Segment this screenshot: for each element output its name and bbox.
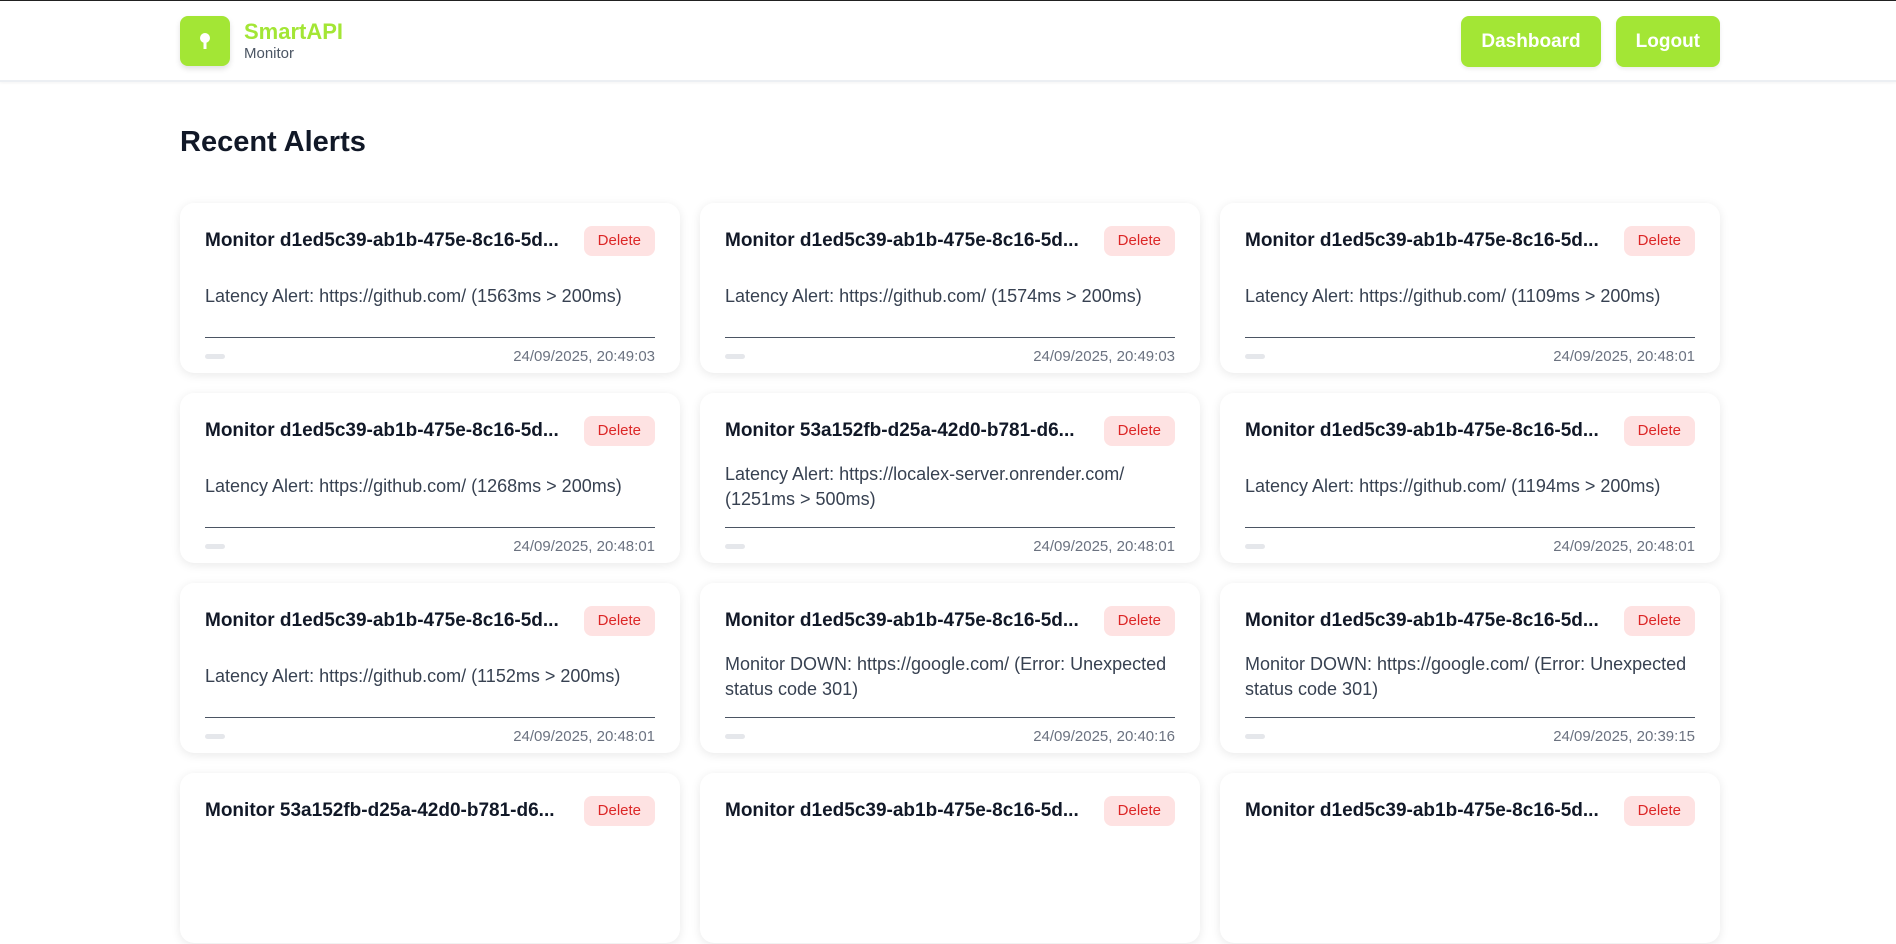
alert-card: Monitor d1ed5c39-ab1b-475e-8c16-5d... De… [1220,393,1720,563]
delete-button[interactable]: Delete [583,795,655,826]
delete-button[interactable]: Delete [583,225,655,256]
alert-card: Monitor d1ed5c39-ab1b-475e-8c16-5d... De… [700,773,1200,943]
alert-card: Monitor d1ed5c39-ab1b-475e-8c16-5d... De… [1220,583,1720,753]
delete-button[interactable]: Delete [1103,605,1175,636]
alert-timestamp: 24/09/2025, 20:39:15 [1553,727,1695,745]
alert-title: Monitor d1ed5c39-ab1b-475e-8c16-5d... [1245,229,1599,251]
alert-timestamp: 24/09/2025, 20:49:03 [513,347,655,365]
alert-timestamp: 24/09/2025, 20:48:01 [1553,347,1695,365]
alert-message: Monitor DOWN: https://google.com/ (Error… [725,636,1175,718]
brand[interactable]: SmartAPI Monitor [180,16,343,66]
alert-card: Monitor d1ed5c39-ab1b-475e-8c16-5d... De… [1220,203,1720,373]
alert-message: Latency Alert: https://localex-server.on… [725,446,1175,528]
status-placeholder [725,733,745,739]
brand-name: SmartAPI [244,19,344,44]
alert-timestamp: 24/09/2025, 20:48:01 [1553,537,1695,555]
alert-message: Latency Alert: https://github.com/ (1268… [205,446,655,528]
status-placeholder [725,543,745,549]
alert-message: Latency Alert: https://github.com/ (1109… [1245,256,1695,338]
status-placeholder [205,543,225,549]
alert-title: Monitor d1ed5c39-ab1b-475e-8c16-5d... [1245,609,1599,631]
alert-timestamp: 24/09/2025, 20:48:01 [513,727,655,745]
delete-button[interactable]: Delete [583,415,655,446]
alert-card: Monitor d1ed5c39-ab1b-475e-8c16-5d... De… [180,393,680,563]
page-title: Recent Alerts [180,126,366,158]
alert-message: Latency Alert: https://github.com/ (1152… [205,636,655,718]
delete-button[interactable]: Delete [583,605,655,636]
delete-button[interactable]: Delete [1623,605,1695,636]
header-nav: Dashboard Logout [1461,16,1720,67]
main-content: Recent Alerts Monitor d1ed5c39-ab1b-475e… [180,124,1721,943]
key-icon [180,16,230,66]
alert-message: Monitor DOWN: https://google.com/ (Error… [1245,636,1695,718]
delete-button[interactable]: Delete [1103,795,1175,826]
alert-message: Latency Alert: https://github.com/ (1574… [725,256,1175,338]
alert-card: Monitor d1ed5c39-ab1b-475e-8c16-5d... De… [180,203,680,373]
alert-title: Monitor d1ed5c39-ab1b-475e-8c16-5d... [1245,799,1599,821]
alert-title: Monitor d1ed5c39-ab1b-475e-8c16-5d... [725,799,1079,821]
alerts-grid: Monitor d1ed5c39-ab1b-475e-8c16-5d... De… [180,203,1721,943]
alert-card: Monitor 53a152fb-d25a-42d0-b781-d6... De… [180,773,680,943]
delete-button[interactable]: Delete [1623,415,1695,446]
logout-button[interactable]: Logout [1615,16,1720,67]
delete-button[interactable]: Delete [1103,225,1175,256]
alert-card: Monitor d1ed5c39-ab1b-475e-8c16-5d... De… [700,583,1200,753]
alert-title: Monitor 53a152fb-d25a-42d0-b781-d6... [205,799,555,821]
alert-card: Monitor d1ed5c39-ab1b-475e-8c16-5d... De… [180,583,680,753]
alert-title: Monitor d1ed5c39-ab1b-475e-8c16-5d... [205,609,559,631]
status-placeholder [1245,353,1265,359]
alert-title: Monitor d1ed5c39-ab1b-475e-8c16-5d... [725,609,1079,631]
alert-card: Monitor 53a152fb-d25a-42d0-b781-d6... De… [700,393,1200,563]
app-header: SmartAPI Monitor Dashboard Logout [0,1,1896,82]
brand-subtitle: Monitor [244,45,295,62]
alert-timestamp: 24/09/2025, 20:48:01 [513,537,655,555]
status-placeholder [205,353,225,359]
status-placeholder [725,353,745,359]
status-placeholder [1245,733,1265,739]
delete-button[interactable]: Delete [1623,795,1695,826]
alert-title: Monitor d1ed5c39-ab1b-475e-8c16-5d... [205,229,559,251]
alert-message: Latency Alert: https://github.com/ (1194… [1245,446,1695,528]
alert-timestamp: 24/09/2025, 20:40:16 [1033,727,1175,745]
alert-timestamp: 24/09/2025, 20:49:03 [1033,347,1175,365]
status-placeholder [1245,543,1265,549]
delete-button[interactable]: Delete [1623,225,1695,256]
delete-button[interactable]: Delete [1103,415,1175,446]
alert-title: Monitor d1ed5c39-ab1b-475e-8c16-5d... [725,229,1079,251]
alert-title: Monitor 53a152fb-d25a-42d0-b781-d6... [725,419,1075,441]
alert-card: Monitor d1ed5c39-ab1b-475e-8c16-5d... De… [1220,773,1720,943]
dashboard-button[interactable]: Dashboard [1461,16,1601,67]
alert-message: Latency Alert: https://github.com/ (1563… [205,256,655,338]
status-placeholder [205,733,225,739]
alert-card: Monitor d1ed5c39-ab1b-475e-8c16-5d... De… [700,203,1200,373]
alert-title: Monitor d1ed5c39-ab1b-475e-8c16-5d... [205,419,559,441]
alert-title: Monitor d1ed5c39-ab1b-475e-8c16-5d... [1245,419,1599,441]
alert-timestamp: 24/09/2025, 20:48:01 [1033,537,1175,555]
